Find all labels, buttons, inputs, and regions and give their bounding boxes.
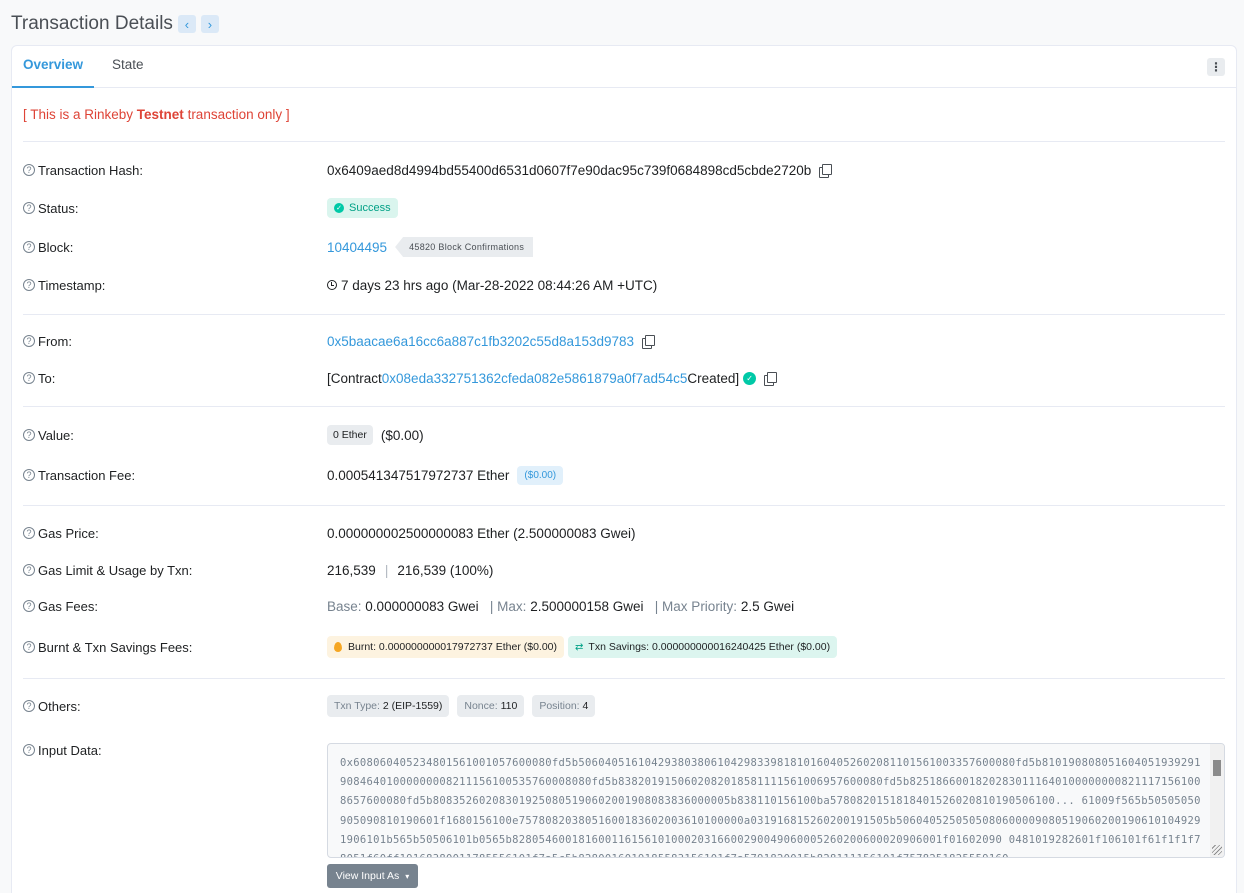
resize-handle[interactable]	[1212, 845, 1222, 855]
help-icon[interactable]: ?	[23, 241, 35, 253]
savings-badge: ⇄ Txn Savings: 0.000000000016240425 Ether…	[568, 636, 838, 658]
divider	[23, 141, 1225, 142]
contract-address-link[interactable]: 0x08eda332751362cfeda082e5861879a0f7ad54…	[382, 371, 688, 386]
burnt-badge: Burnt: 0.000000000017972737 Ether ($0.00…	[327, 636, 565, 658]
input-data-textarea[interactable]: 0x608060405234801561001057600080fd5b5060…	[327, 743, 1225, 858]
input-data-text: 0x608060405234801561001057600080fd5b5060…	[340, 757, 1201, 857]
help-icon[interactable]: ?	[23, 164, 35, 176]
row-from: ? From: 0x5baacae6a16cc6a887c1fb3202c55d8…	[23, 330, 656, 352]
savings-arrows-icon: ⇄	[575, 641, 584, 653]
scroll-thumb[interactable]	[1213, 760, 1221, 776]
row-tx-hash: ? Transaction Hash: 0x6409aed8d4994bd5540…	[23, 159, 833, 181]
divider	[23, 505, 1225, 506]
confirmations-badge: 45820 Block Confirmations	[395, 237, 534, 257]
more-options-button[interactable]: ⋮	[1207, 58, 1225, 76]
chevron-right-icon: ›	[207, 16, 213, 32]
from-address-link[interactable]: 0x5baacae6a16cc6a887c1fb3202c55d8a153d97…	[327, 334, 634, 349]
row-status: ? Status: ✓ Success	[23, 197, 398, 219]
tab-state[interactable]: State	[112, 46, 144, 88]
chevron-down-icon: ▾	[405, 871, 410, 881]
scrollbar[interactable]	[1210, 744, 1224, 857]
row-gas-fees: ? Gas Fees: Base: 0.000000083 Gwei | Max:…	[23, 595, 794, 617]
row-burnt-fees: ? Burnt & Txn Savings Fees: Burnt: 0.0000…	[23, 636, 838, 658]
txn-type-badge: Txn Type: 2 (EIP-1559)	[327, 695, 450, 717]
tx-hash-value: 0x6409aed8d4994bd55400d6531d0607f7e90dac…	[327, 162, 812, 178]
help-icon[interactable]: ?	[23, 202, 35, 214]
divider	[23, 406, 1225, 407]
prev-tx-button[interactable]: ‹	[177, 15, 196, 33]
copy-icon[interactable]	[642, 334, 656, 349]
row-gas-limit: ? Gas Limit & Usage by Txn: 216,539 | 216,5…	[23, 559, 493, 581]
verified-check-icon: ✓	[743, 371, 757, 385]
testnet-notice: [ This is a Rinkeby Testnet transaction …	[23, 107, 290, 122]
tab-overview[interactable]: Overview	[12, 46, 94, 88]
help-icon[interactable]: ?	[23, 744, 35, 756]
chevron-left-icon: ‹	[184, 16, 190, 32]
row-others: ? Others: Txn Type: 2 (EIP-1559) Nonce: 1…	[23, 695, 603, 717]
divider	[23, 678, 1225, 679]
position-badge: Position: 4	[532, 695, 596, 717]
block-link[interactable]: 10404495	[327, 240, 387, 255]
help-icon[interactable]: ?	[23, 641, 35, 653]
flame-icon	[334, 642, 342, 652]
row-input-data: ? Input Data:	[23, 739, 327, 761]
copy-icon[interactable]	[819, 163, 833, 178]
help-icon[interactable]: ?	[23, 700, 35, 712]
help-icon[interactable]: ?	[23, 279, 35, 291]
help-icon[interactable]: ?	[23, 335, 35, 347]
tab-bar: Overview State ⋮	[12, 46, 1236, 88]
help-icon[interactable]: ?	[23, 469, 35, 481]
tx-fee-usd-badge: ($0.00)	[517, 465, 564, 485]
help-icon[interactable]: ?	[23, 527, 35, 539]
help-icon[interactable]: ?	[23, 600, 35, 612]
nonce-badge: Nonce: 110	[457, 695, 525, 717]
help-icon[interactable]: ?	[23, 429, 35, 441]
status-badge: ✓ Success	[327, 198, 398, 218]
clock-icon	[327, 280, 337, 290]
row-to: ? To: [Contract 0x08eda332751362cfeda082e…	[23, 367, 778, 389]
row-block: ? Block: 10404495 45820 Block Confirmation…	[23, 236, 534, 258]
page-header: Transaction Details ‹ ›	[11, 12, 219, 36]
row-gas-price: ? Gas Price: 0.000000002500000083 Ether (…	[23, 522, 636, 544]
next-tx-button[interactable]: ›	[200, 15, 219, 33]
check-circle-icon: ✓	[334, 203, 344, 213]
help-icon[interactable]: ?	[23, 372, 35, 384]
row-timestamp: ? Timestamp: 7 days 23 hrs ago (Mar-28-20…	[23, 274, 657, 296]
row-value: ? Value: 0 Ether ($0.00)	[23, 424, 424, 446]
view-input-as-button[interactable]: View Input As ▾	[327, 864, 418, 888]
timestamp-value: 7 days 23 hrs ago (Mar-28-2022 08:44:26 …	[341, 277, 658, 293]
help-icon[interactable]: ?	[23, 564, 35, 576]
value-amount-badge: 0 Ether	[327, 425, 373, 445]
row-tx-fee: ? Transaction Fee: 0.000541347517972737 E…	[23, 464, 564, 486]
vertical-dots-icon: ⋮	[1210, 60, 1222, 74]
copy-icon[interactable]	[764, 371, 778, 386]
tx-details-card: Overview State ⋮ [ This is a Rinkeby Tes…	[11, 45, 1237, 893]
page-title: Transaction Details	[11, 13, 173, 34]
divider	[23, 314, 1225, 315]
